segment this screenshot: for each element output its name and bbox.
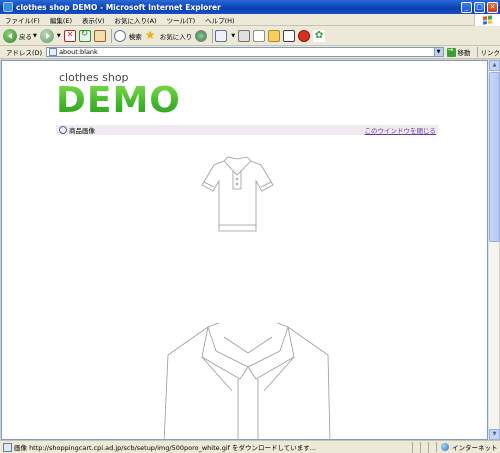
stop-icon[interactable] [63,29,76,42]
minimize-button[interactable]: _ [461,1,472,13]
mail-dropdown-icon[interactable]: ▼ [231,33,235,39]
back-button[interactable]: 戻る ▼ [3,28,37,43]
product-image-dress-shirt [163,323,331,439]
windows-flag-icon [483,14,492,25]
messenger-icon[interactable]: ✿ [313,29,326,42]
address-bar: アドレス(D) about:blank ▼ 移動 リンク [0,46,500,59]
page-viewport: clothes shop DEMO 商品画像 このウインドウを閉じる [1,60,488,440]
mail-button[interactable]: ▼ [215,29,235,42]
address-label: アドレス(D) [6,49,43,57]
search-label: 検索 [128,32,142,41]
mail-icon [215,29,228,42]
star-icon: ★ [144,28,156,42]
menu-tools[interactable]: ツール(T) [162,15,201,25]
status-cell [428,441,436,453]
scroll-thumb[interactable] [489,72,500,242]
back-label: 戻る [19,32,32,41]
menu-file[interactable]: ファイル(F) [0,15,45,25]
address-value: about:blank [59,48,98,56]
menu-bar: ファイル(F) 編集(E) 表示(V) お気に入り(A) ツール(T) ヘルプ(… [0,13,500,26]
home-icon[interactable] [93,29,106,42]
toolbar-separator [110,28,112,43]
menu-view[interactable]: 表示(V) [77,15,110,25]
folder-icon[interactable] [268,29,281,42]
logo-demo: DEMO [56,80,181,121]
section-header: 商品画像 このウインドウを閉じる [56,125,438,135]
scroll-down-icon[interactable]: ▼ [489,429,500,440]
edit-icon[interactable] [253,29,266,42]
status-cells [412,441,436,453]
globe-icon [441,443,449,451]
document-icon[interactable] [283,29,296,42]
zone-label: インターネット [452,444,498,452]
title-bar: clothes shop DEMO - Microsoft Internet E… [0,0,500,14]
forward-arrow-icon [39,28,54,43]
history-icon[interactable] [195,29,208,42]
image-icon [3,442,12,452]
go-button[interactable]: 移動 [446,46,471,57]
close-window-link[interactable]: このウインドウを閉じる [365,125,437,135]
maximize-button[interactable]: □ [474,1,485,13]
window-title: clothes shop DEMO - Microsoft Internet E… [16,2,221,12]
ie-icon [3,2,13,12]
back-dropdown-icon[interactable]: ▼ [33,33,37,39]
favorites-label: お気に入り [159,32,193,41]
search-button[interactable]: 検索 [113,29,142,42]
back-arrow-icon [3,28,17,43]
forward-button[interactable]: ▼ [39,28,61,43]
magnifier-icon [59,126,67,134]
address-input[interactable]: about:blank ▼ [46,47,444,57]
vertical-scrollbar[interactable]: ▲ ▼ [488,60,500,440]
print-icon[interactable] [238,29,251,42]
toolbar-separator [212,28,214,43]
red-addon-icon[interactable] [298,29,311,42]
product-image-polo [201,156,274,232]
links-button[interactable]: リンク [476,47,500,57]
forward-dropdown-icon[interactable]: ▼ [57,33,61,39]
close-button[interactable]: ✕ [487,1,498,13]
toolbar: 戻る ▼ ▼ 検索 ★ お気に入り ▼ ✿ [0,26,500,46]
windows-logo [474,13,500,26]
page-icon [49,48,58,56]
go-label: 移動 [457,49,471,57]
status-cell [412,441,420,453]
favorites-button[interactable]: ★ お気に入り [145,29,193,42]
section-title: 商品画像 [69,127,95,135]
scroll-up-icon[interactable]: ▲ [489,60,500,71]
security-zone: インターネット [436,442,500,452]
refresh-icon[interactable] [78,29,91,42]
go-arrow-icon [446,46,456,57]
status-text: 画像 http://shoppingcart.cpi.ad.jp/scb/set… [14,444,316,452]
search-icon [113,29,126,42]
status-bar: 画像 http://shoppingcart.cpi.ad.jp/scb/set… [0,440,500,453]
status-cell [420,441,428,453]
menu-favorites[interactable]: お気に入り(A) [110,15,162,25]
menu-edit[interactable]: 編集(E) [45,15,77,25]
menu-help[interactable]: ヘルプ(H) [200,15,239,25]
address-dropdown-icon[interactable]: ▼ [433,48,443,56]
